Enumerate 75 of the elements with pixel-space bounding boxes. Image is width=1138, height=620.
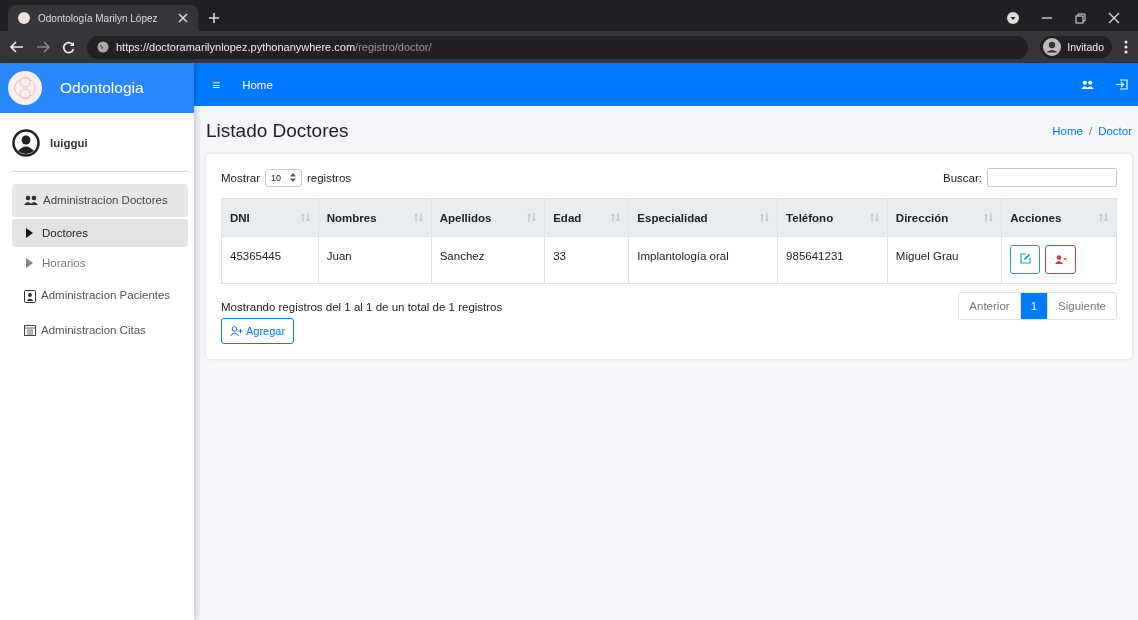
page-title: Listado Doctores: [206, 120, 349, 142]
page-button[interactable]: Siguiente: [1047, 293, 1116, 319]
sort-icon: [413, 213, 423, 222]
users-icon[interactable]: [1081, 80, 1094, 89]
column-header[interactable]: Especialidad: [628, 198, 778, 237]
sidebar-item[interactable]: Doctores: [12, 219, 188, 247]
sort-icon: [760, 213, 770, 222]
users-icon: [24, 195, 38, 205]
table-cell: 33: [544, 236, 629, 284]
search-field[interactable]: [987, 168, 1117, 187]
logout-icon[interactable]: [1116, 79, 1128, 90]
dropdown-icon[interactable]: [1007, 12, 1019, 24]
sort-icon: [869, 213, 879, 222]
user-avatar-icon: [12, 129, 40, 157]
edit-button[interactable]: [1010, 245, 1041, 274]
column-header[interactable]: Apellidos: [431, 198, 545, 237]
avatar-icon: [1043, 38, 1062, 56]
sort-icon: [300, 213, 310, 222]
column-header[interactable]: Teléfono: [777, 198, 888, 237]
table-cell: 45365445: [221, 236, 319, 284]
edit-icon: [1019, 253, 1031, 264]
sort-icon: [527, 213, 537, 222]
page-button[interactable]: Anterior: [959, 293, 1020, 319]
calendar-icon: [24, 325, 36, 336]
records-info: Mostrando registros del 1 al 1 de un total de 1 registros: [221, 301, 503, 313]
profile-button[interactable]: Invitado: [1040, 36, 1112, 58]
breadcrumb-separator: /: [1088, 125, 1093, 137]
brand-name[interactable]: Odontologia: [60, 79, 144, 97]
table-cell: Implantología oral: [628, 236, 778, 284]
restore-icon[interactable]: [1075, 12, 1086, 24]
column-header[interactable]: DNI: [221, 198, 319, 237]
table-cell: Miguel Grau: [887, 236, 1002, 284]
browser-tab[interactable]: Odontología Marilyn López: [8, 5, 198, 31]
column-header[interactable]: Dirección: [887, 198, 1002, 237]
page-size-select[interactable]: 10: [265, 168, 302, 187]
add-user-icon: [230, 326, 243, 336]
page-button[interactable]: 1: [1019, 293, 1048, 319]
sidebar-item[interactable]: Administracion Citas: [12, 314, 188, 347]
back-icon[interactable]: [10, 41, 24, 53]
user-name[interactable]: luiggui: [50, 137, 88, 149]
forward-icon[interactable]: [36, 41, 50, 53]
menu-icon[interactable]: [1124, 40, 1128, 54]
new-tab-icon[interactable]: [208, 12, 220, 24]
table-cell: Juan: [318, 236, 432, 284]
add-button[interactable]: Agregar: [221, 318, 295, 344]
caret-icon: [26, 228, 33, 238]
logo-icon: [8, 71, 42, 105]
home-link[interactable]: Home: [242, 78, 273, 91]
sort-icon: [984, 213, 994, 222]
close-icon[interactable]: [178, 13, 188, 23]
reload-icon[interactable]: [62, 40, 75, 54]
breadcrumb-link[interactable]: Doctor: [1098, 125, 1132, 137]
column-header[interactable]: Edad: [544, 198, 629, 237]
remove-user-icon: [1054, 255, 1067, 264]
sort-icon: [611, 213, 621, 222]
breadcrumb-link[interactable]: Home: [1052, 125, 1083, 137]
sidebar-item[interactable]: Administracion Pacientes: [12, 279, 188, 312]
table-cell: Sanchez: [431, 236, 545, 284]
contact-card-icon: [24, 290, 36, 303]
delete-button[interactable]: [1045, 245, 1077, 274]
column-header[interactable]: Acciones: [1001, 198, 1117, 237]
caret-icon: [26, 258, 33, 268]
favicon-icon: [18, 12, 30, 24]
sort-icon: [1099, 213, 1108, 222]
column-header[interactable]: Nombres: [318, 198, 432, 237]
table-cell: 985641231: [777, 236, 888, 284]
sidebar-item[interactable]: Administracion Doctores: [12, 184, 188, 217]
close-icon[interactable]: [1108, 12, 1120, 24]
sort-caret-icon: [290, 173, 296, 182]
records-label: registros: [307, 171, 352, 184]
search-label: Buscar:: [943, 171, 982, 184]
show-label: Mostrar: [221, 171, 260, 184]
tab-title: Odontología Marilyn López: [38, 12, 159, 24]
address-bar[interactable]: https://doctoramarilynlopez.pythonanywhere.com/registro/doctor/: [87, 35, 1029, 59]
sidebar-item[interactable]: Horarios: [12, 249, 188, 277]
